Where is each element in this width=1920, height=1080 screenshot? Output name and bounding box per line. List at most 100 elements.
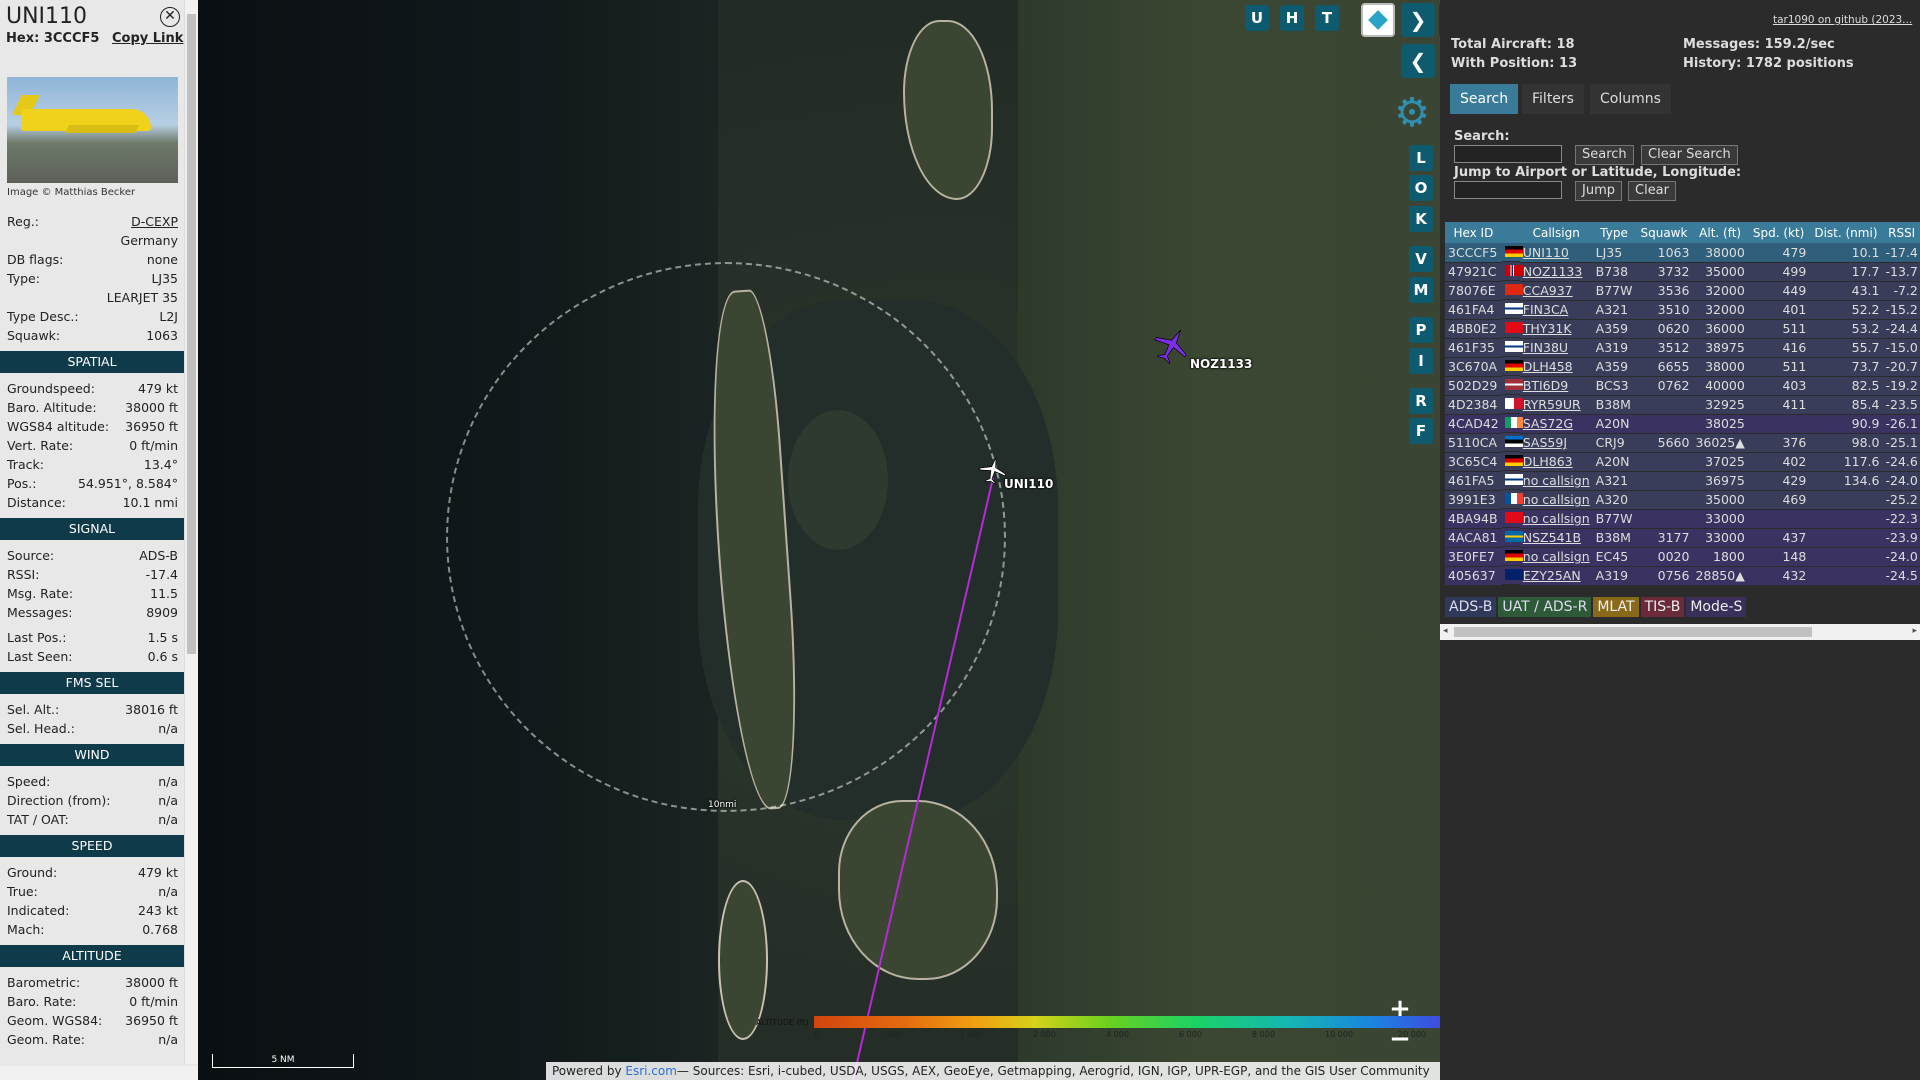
map[interactable]: 10nmi UNI110 NOZ1133 U H T ❯ ◂▸ ❮ ⚙ L O …: [198, 0, 1440, 1080]
aircraft-noz1133-icon[interactable]: [1152, 325, 1192, 365]
table-row[interactable]: 5110CA SAS59J CRJ9 5660 36025▲ 376 98.0 -25.1: [1445, 433, 1920, 453]
cell-cs[interactable]: RYR59UR: [1519, 395, 1593, 415]
detail-value: n/a: [158, 774, 178, 789]
table-row[interactable]: 4D2384 RYR59UR B38M 32925 411 85.4 -23.5: [1445, 395, 1920, 415]
cell-alt: 36975: [1692, 471, 1748, 491]
vertical-scrollbar[interactable]: [184, 0, 198, 1064]
copy-link[interactable]: Copy Link: [112, 31, 183, 46]
expand-right-button[interactable]: ❯: [1401, 3, 1435, 37]
detail-value[interactable]: D-CEXP: [131, 214, 178, 229]
aircraft-label-uni110[interactable]: UNI110: [1004, 477, 1053, 491]
cell-spd: 416: [1747, 338, 1810, 358]
cell-cs[interactable]: no callsign: [1519, 509, 1593, 529]
table-row[interactable]: 461FA4 FIN3CA A321 3510 32000 401 52.2 -15.2: [1445, 300, 1920, 320]
toggle-r-button[interactable]: R: [1409, 388, 1433, 414]
aircraft-label-noz1133[interactable]: NOZ1133: [1190, 357, 1252, 371]
gear-icon[interactable]: ⚙: [1391, 92, 1433, 134]
cell-cs[interactable]: FIN3CA: [1519, 300, 1593, 320]
toggle-h-button[interactable]: H: [1280, 5, 1304, 31]
toggle-f-button[interactable]: F: [1409, 418, 1433, 444]
tab-filters[interactable]: Filters: [1522, 84, 1584, 114]
cell-hex: 4D2384: [1445, 395, 1502, 415]
search-button[interactable]: Search: [1575, 145, 1634, 165]
clear-search-button[interactable]: Clear Search: [1641, 145, 1738, 165]
table-row[interactable]: 4CAD42 SAS72G A20N 38025 90.9 -26.1: [1445, 414, 1920, 434]
table-row[interactable]: 461F35 FIN38U A319 3512 38975 416 55.7 -15.0: [1445, 338, 1920, 358]
total-aircraft: Total Aircraft: 18: [1451, 37, 1575, 52]
horizontal-scrollbar[interactable]: [0, 1066, 198, 1080]
close-icon[interactable]: ✕: [160, 7, 180, 27]
toggle-u-button[interactable]: U: [1245, 5, 1269, 31]
country-flag-icon: [1501, 243, 1523, 262]
table-row[interactable]: 4BA94B no callsign B77W 33000 -22.3: [1445, 509, 1920, 529]
column-header[interactable]: Spd. (kt): [1747, 222, 1810, 243]
tab-columns[interactable]: Columns: [1590, 84, 1671, 114]
search-input[interactable]: [1454, 145, 1562, 163]
cell-cs[interactable]: NSZ541B: [1519, 528, 1593, 548]
cell-cs[interactable]: DLH863: [1519, 452, 1593, 472]
column-header[interactable]: Dist. (nmi): [1809, 222, 1883, 243]
detail-key: Sel. Head.:: [7, 721, 75, 736]
table-row[interactable]: 3C670A DLH458 A359 6655 38000 511 73.7 -20.7: [1445, 357, 1920, 377]
cell-cs[interactable]: FIN38U: [1519, 338, 1593, 358]
table-row[interactable]: 3CCCF5 UNI110 LJ35 1063 38000 479 10.1 -17.4: [1445, 243, 1920, 263]
column-header[interactable]: Squawk: [1635, 222, 1693, 243]
jump-input[interactable]: [1454, 181, 1562, 199]
toggle-l-button[interactable]: L: [1409, 145, 1433, 171]
tab-search[interactable]: Search: [1450, 84, 1519, 114]
cell-cs[interactable]: no callsign: [1519, 490, 1593, 510]
column-header[interactable]: Type: [1592, 222, 1636, 243]
cell-cs[interactable]: CCA937: [1519, 281, 1593, 301]
toggle-o-button[interactable]: O: [1409, 175, 1433, 201]
table-row[interactable]: 405637 EZY25AN A319 0756 28850▲ 432 -24.5: [1445, 566, 1920, 586]
column-header[interactable]: Alt. (ft): [1692, 222, 1748, 243]
toggle-i-button[interactable]: I: [1409, 348, 1433, 374]
cell-cs[interactable]: UNI110: [1519, 243, 1593, 263]
table-row[interactable]: 3C65C4 DLH863 A20N 37025 402 117.6 -24.6: [1445, 452, 1920, 472]
hex-line: Hex: 3CCCF5: [6, 31, 99, 46]
layers-button[interactable]: [1361, 3, 1395, 37]
altitude-color-bar: [814, 1016, 1440, 1028]
column-header[interactable]: Hex ID: [1445, 222, 1502, 243]
toggle-k-button[interactable]: K: [1409, 206, 1433, 232]
toggle-p-button[interactable]: P: [1409, 317, 1433, 343]
cell-cs[interactable]: EZY25AN: [1519, 566, 1593, 586]
table-row[interactable]: 78076E CCA937 B77W 3536 32000 449 43.1 -7.2: [1445, 281, 1920, 301]
cell-cs[interactable]: no callsign: [1519, 547, 1593, 567]
toggle-v-button[interactable]: V: [1409, 246, 1433, 272]
table-row[interactable]: 3991E3 no callsign A320 35000 469 -25.2: [1445, 490, 1920, 510]
clear-jump-button[interactable]: Clear: [1628, 181, 1676, 201]
cell-cs[interactable]: SAS72G: [1519, 414, 1593, 434]
esri-link[interactable]: Esri.com: [625, 1064, 677, 1078]
aircraft-photo[interactable]: [7, 77, 178, 183]
table-row[interactable]: 502D29 BTI6D9 BCS3 0762 40000 403 82.5 -19.2: [1445, 376, 1920, 396]
column-header[interactable]: RSSI: [1882, 222, 1920, 243]
collapse-left-button[interactable]: ❮: [1401, 44, 1435, 78]
column-header[interactable]: Callsign: [1519, 222, 1593, 243]
cell-cs[interactable]: SAS59J: [1519, 433, 1593, 453]
cell-cs[interactable]: DLH458: [1519, 357, 1593, 377]
cell-spd: [1747, 509, 1810, 529]
table-row[interactable]: 3E0FE7 no callsign EC45 0020 1800 148 -24.0: [1445, 547, 1920, 567]
column-header[interactable]: [1501, 222, 1520, 243]
table-row[interactable]: 461FA5 no callsign A321 36975 429 134.6 -24.0: [1445, 471, 1920, 491]
github-link[interactable]: tar1090 on github (2023...: [1773, 14, 1912, 26]
cell-alt: 32000: [1692, 300, 1748, 320]
cell-cs[interactable]: THY31K: [1519, 319, 1593, 339]
table-row[interactable]: 4BB0E2 THY31K A359 0620 36000 511 53.2 -24.4: [1445, 319, 1920, 339]
table-row[interactable]: 47921C NOZ1133 B738 3732 35000 499 17.7 -13.7: [1445, 262, 1920, 282]
cell-sq: [1635, 414, 1693, 434]
cell-cs[interactable]: NOZ1133: [1519, 262, 1593, 282]
cell-cs[interactable]: BTI6D9: [1519, 376, 1593, 396]
table-row[interactable]: 4ACA81 NSZ541B B38M 3177 33000 437 -23.9: [1445, 528, 1920, 548]
jump-button[interactable]: Jump: [1575, 181, 1622, 201]
cell-dist: 52.2: [1809, 300, 1883, 320]
toggle-t-button[interactable]: T: [1315, 5, 1339, 31]
aircraft-info-panel: UNI110 ✕ Hex: 3CCCF5 Copy Link Image © M…: [0, 0, 198, 1080]
detail-row: Type: LJ35: [7, 271, 178, 289]
table-horizontal-scrollbar[interactable]: ◂ ▸: [1440, 624, 1920, 640]
cell-spd: 437: [1747, 528, 1810, 548]
toggle-m-button[interactable]: M: [1409, 277, 1433, 303]
detail-value: n/a: [158, 793, 178, 808]
cell-cs[interactable]: no callsign: [1519, 471, 1593, 491]
